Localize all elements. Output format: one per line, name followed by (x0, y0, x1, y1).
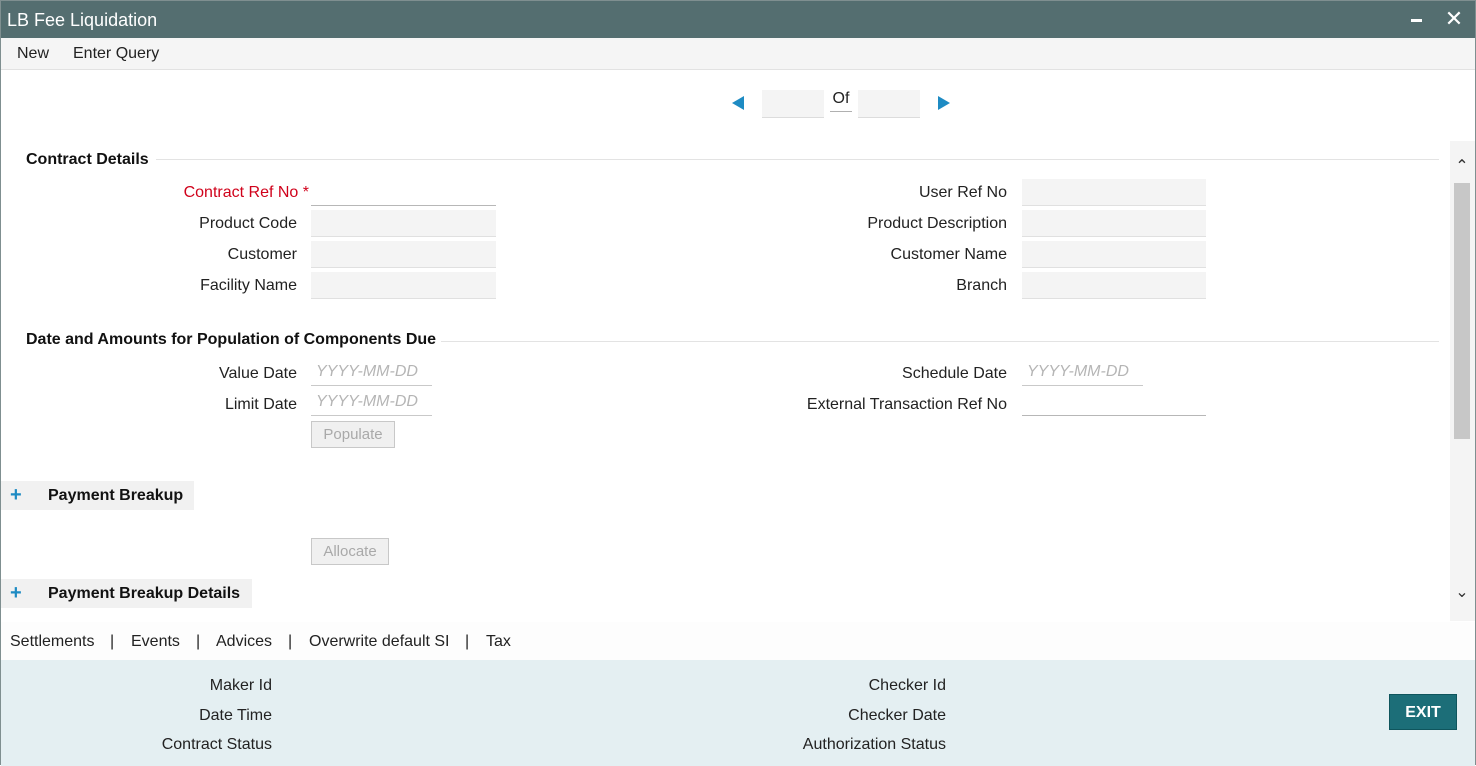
allocate-button[interactable]: Allocate (311, 538, 389, 565)
link-separator: | (196, 633, 201, 650)
contract-details-heading: Contract Details (26, 151, 149, 168)
close-icon[interactable]: ✕ (1444, 7, 1464, 31)
checker-id-label: Checker Id (868, 677, 946, 694)
date-amounts-heading: Date and Amounts for Population of Compo… (26, 331, 437, 348)
section-divider (441, 341, 1439, 342)
maker-id-label: Maker Id (209, 677, 272, 694)
product-description-label: Product Description (867, 215, 1007, 232)
chevron-up-icon[interactable]: ⌃ (1454, 159, 1470, 175)
branch-field (1022, 272, 1206, 299)
facility-name-field (311, 272, 496, 299)
payment-breakup-title: Payment Breakup (48, 487, 184, 504)
payment-breakup-expander[interactable]: + Payment Breakup (1, 481, 194, 510)
exit-button[interactable]: EXIT (1389, 694, 1457, 730)
external-transaction-ref-label: External Transaction Ref No (806, 396, 1007, 413)
limit-date-input[interactable]: YYYY-MM-DD (311, 389, 432, 416)
customer-name-label: Customer Name (890, 246, 1007, 263)
overwrite-default-si-link[interactable]: Overwrite default SI (309, 633, 450, 651)
checker-date-label: Checker Date (848, 707, 946, 724)
window-title: LB Fee Liquidation (7, 10, 158, 30)
vertical-scrollbar[interactable]: ⌃ ⌄ (1450, 141, 1475, 621)
section-divider (156, 159, 1439, 160)
lb-fee-liquidation-window: LB Fee Liquidation ✕ New Enter Query Of … (0, 0, 1476, 766)
chevron-down-icon[interactable]: ⌄ (1454, 585, 1470, 601)
pager-total-field[interactable] (858, 90, 920, 118)
value-date-label: Value Date (219, 365, 297, 382)
title-bar: LB Fee Liquidation ✕ (1, 1, 1475, 38)
payment-breakup-details-title: Payment Breakup Details (48, 585, 241, 602)
link-separator: | (288, 633, 293, 650)
previous-record-icon[interactable] (732, 96, 744, 110)
menu-bar: New Enter Query (1, 38, 1475, 70)
customer-label: Customer (227, 246, 297, 263)
contract-ref-no-label-text: Contract Ref No (183, 184, 299, 201)
link-separator: | (465, 633, 470, 650)
next-record-icon[interactable] (938, 96, 950, 110)
authorization-status-label: Authorization Status (802, 736, 946, 753)
schedule-date-label: Schedule Date (902, 365, 1007, 382)
footer-link-bar: Settlements | Events | Advices | Overwri… (1, 622, 1475, 660)
link-separator: | (110, 633, 115, 650)
user-ref-no-field (1022, 179, 1206, 206)
product-code-label: Product Code (199, 215, 297, 232)
expand-plus-icon[interactable]: + (10, 582, 22, 605)
product-code-field (311, 210, 496, 237)
branch-label: Branch (956, 277, 1007, 294)
schedule-date-input[interactable]: YYYY-MM-DD (1022, 359, 1143, 386)
payment-breakup-details-expander[interactable]: + Payment Breakup Details (1, 579, 252, 608)
populate-button[interactable]: Populate (311, 421, 395, 448)
required-marker: * (302, 184, 309, 201)
date-time-label: Date Time (199, 707, 272, 724)
settlements-link[interactable]: Settlements (10, 633, 94, 651)
new-menu-item[interactable]: New (17, 45, 49, 63)
contract-ref-no-label: Contract Ref No * (101, 184, 309, 202)
customer-name-field (1022, 241, 1206, 268)
contract-status-label: Contract Status (161, 736, 272, 753)
customer-field (311, 241, 496, 268)
advices-link[interactable]: Advices (216, 633, 272, 651)
enter-query-menu-item[interactable]: Enter Query (73, 45, 159, 63)
external-transaction-ref-input[interactable] (1022, 389, 1206, 416)
events-link[interactable]: Events (131, 633, 180, 651)
limit-date-label: Limit Date (224, 396, 297, 413)
scrollbar-thumb[interactable] (1454, 183, 1470, 439)
tax-link[interactable]: Tax (486, 633, 511, 651)
expand-plus-icon[interactable]: + (10, 484, 22, 507)
product-description-field (1022, 210, 1206, 237)
facility-name-label: Facility Name (200, 277, 297, 294)
pager-of-label: Of (830, 90, 852, 112)
value-date-input[interactable]: YYYY-MM-DD (311, 359, 432, 386)
contract-ref-no-input[interactable] (311, 179, 496, 206)
audit-panel: Maker Id Date Time Contract Status Check… (1, 660, 1475, 766)
user-ref-no-label: User Ref No (918, 184, 1007, 201)
minimize-icon[interactable] (1410, 9, 1424, 29)
pager-current-field[interactable] (762, 90, 824, 118)
